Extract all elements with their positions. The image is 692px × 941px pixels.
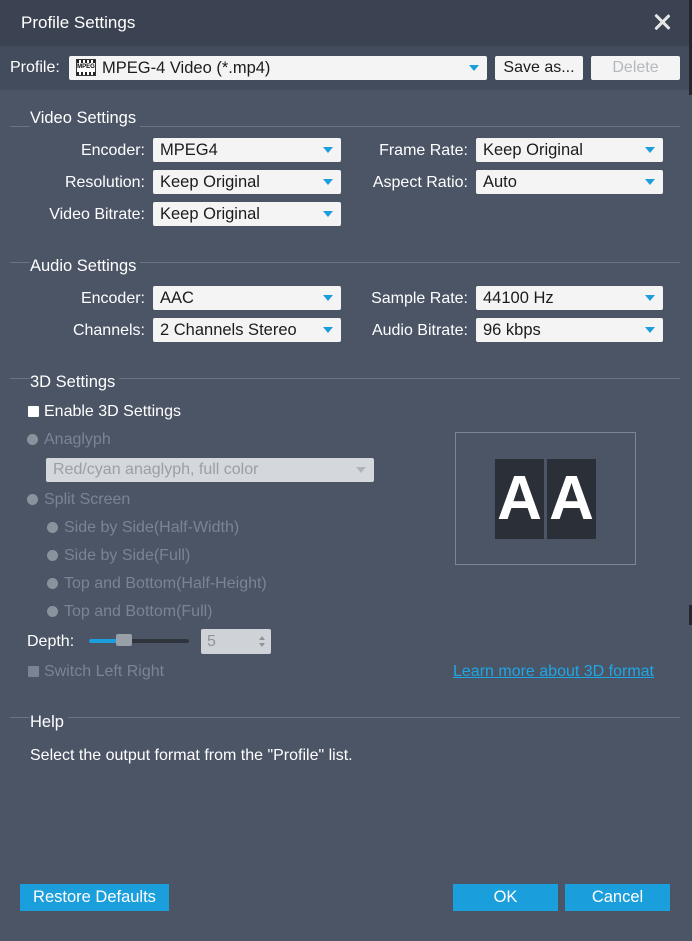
anaglyph-mode-select[interactable]: Red/cyan anaglyph, full color — [46, 458, 374, 482]
preview-right-letter: A — [547, 459, 596, 539]
audio-bitrate-label: Audio Bitrate: — [371, 322, 468, 339]
delete-button[interactable]: Delete — [591, 56, 680, 80]
ok-button[interactable]: OK — [453, 884, 558, 911]
anaglyph-radio[interactable] — [27, 434, 38, 445]
split-screen-label: Split Screen — [44, 491, 131, 508]
profile-label: Profile: — [10, 59, 60, 76]
help-text: Select the output format from the "Profi… — [30, 747, 353, 764]
video-settings-title: Video Settings — [30, 109, 141, 128]
sample-rate-label: Sample Rate: — [371, 290, 468, 307]
chevron-down-icon — [469, 65, 479, 71]
aspect-ratio-label: Aspect Ratio: — [372, 174, 468, 191]
switch-left-right-label: Switch Left Right — [44, 663, 165, 680]
sbs-half-radio[interactable] — [47, 522, 58, 533]
chevron-down-icon — [356, 467, 366, 473]
depth-label: Depth: — [27, 633, 75, 650]
tb-full-radio[interactable] — [47, 606, 58, 617]
video-bitrate-select[interactable]: Keep Original — [153, 202, 341, 226]
3d-preview: A A — [455, 432, 636, 565]
restore-defaults-button[interactable]: Restore Defaults — [20, 884, 169, 911]
audio-bitrate-select[interactable]: 96 kbps — [476, 318, 663, 342]
stepper-up-icon[interactable] — [259, 636, 265, 640]
sbs-full-radio[interactable] — [47, 550, 58, 561]
video-encoder-select[interactable]: MPEG4 — [153, 138, 341, 162]
depth-stepper[interactable]: 5 — [201, 629, 271, 654]
profile-value: MPEG-4 Video (*.mp4) — [102, 59, 271, 77]
split-screen-radio[interactable] — [27, 494, 38, 505]
chevron-down-icon — [323, 147, 333, 153]
audio-encoder-label: Encoder: — [80, 290, 145, 307]
chevron-down-icon — [323, 295, 333, 301]
frame-rate-label: Frame Rate: — [379, 142, 468, 159]
enable-3d-checkbox[interactable] — [28, 406, 39, 417]
chevron-down-icon — [645, 295, 655, 301]
preview-left-letter: A — [495, 459, 544, 539]
help-title: Help — [30, 713, 68, 732]
stepper-down-icon[interactable] — [259, 643, 265, 647]
video-encoder-label: Encoder: — [80, 142, 145, 159]
chevron-down-icon — [645, 327, 655, 333]
sbs-full-label: Side by Side(Full) — [64, 547, 191, 564]
chevron-down-icon — [645, 147, 655, 153]
sbs-half-label: Side by Side(Half-Width) — [64, 519, 240, 536]
3d-settings-title: 3D Settings — [30, 373, 120, 392]
cancel-button[interactable]: Cancel — [565, 884, 670, 911]
aspect-ratio-select[interactable]: Auto — [476, 170, 663, 194]
tb-half-radio[interactable] — [47, 578, 58, 589]
switch-left-right-checkbox[interactable] — [28, 666, 39, 677]
learn-more-3d-link[interactable]: Learn more about 3D format — [453, 663, 654, 681]
chevron-down-icon — [645, 179, 655, 185]
tb-full-label: Top and Bottom(Full) — [64, 603, 213, 620]
tb-half-label: Top and Bottom(Half-Height) — [64, 575, 267, 592]
chevron-down-icon — [323, 327, 333, 333]
chevron-down-icon — [323, 179, 333, 185]
anaglyph-label: Anaglyph — [44, 431, 111, 448]
channels-select[interactable]: 2 Channels Stereo — [153, 318, 341, 342]
profile-select[interactable]: MPEG MPEG-4 Video (*.mp4) — [69, 56, 487, 80]
resolution-select[interactable]: Keep Original — [153, 170, 341, 194]
depth-slider-thumb[interactable] — [116, 634, 132, 646]
sample-rate-select[interactable]: 44100 Hz — [476, 286, 663, 310]
audio-settings-title: Audio Settings — [30, 257, 141, 276]
resolution-label: Resolution: — [64, 174, 145, 191]
channels-label: Channels: — [72, 322, 145, 339]
help-divider — [10, 717, 680, 718]
video-bitrate-label: Video Bitrate: — [49, 206, 145, 223]
mpeg-icon: MPEG — [76, 59, 96, 76]
close-icon[interactable] — [652, 12, 672, 32]
audio-encoder-select[interactable]: AAC — [153, 286, 341, 310]
depth-slider[interactable] — [89, 639, 189, 643]
chevron-down-icon — [323, 211, 333, 217]
enable-3d-label: Enable 3D Settings — [44, 403, 181, 420]
window-title: Profile Settings — [21, 13, 136, 32]
save-as-button[interactable]: Save as... — [495, 56, 583, 80]
frame-rate-select[interactable]: Keep Original — [476, 138, 663, 162]
